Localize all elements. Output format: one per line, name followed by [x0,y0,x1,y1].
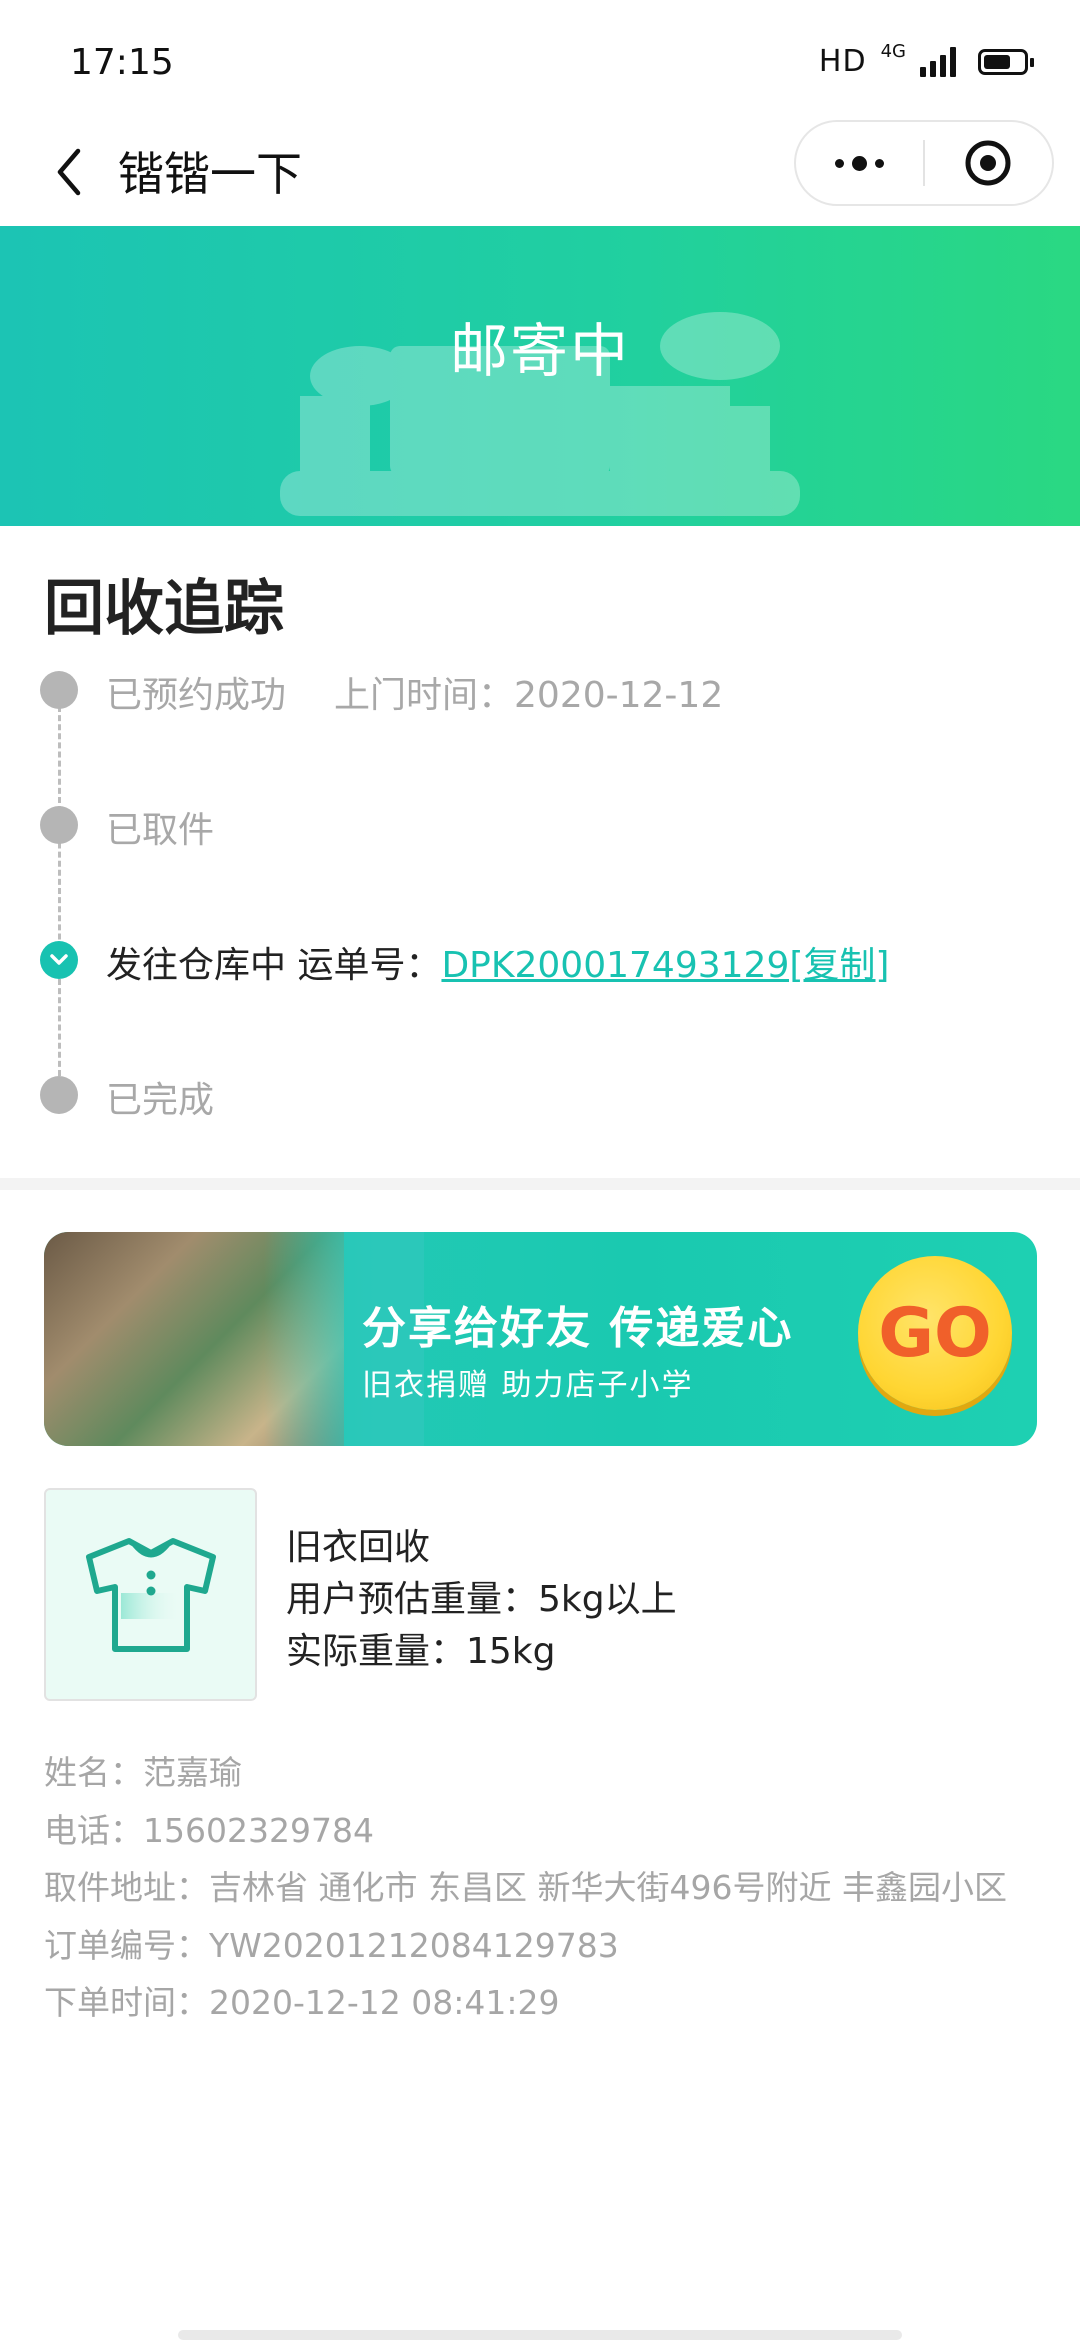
page-title: 锴锴一下 [118,147,302,201]
pickup-time: 上门时间：2020-12-12 [334,675,724,716]
battery-icon [978,48,1034,75]
estimated-weight: 用户预估重量：5kg以上 [286,1579,677,1620]
close-target-icon [965,140,1011,186]
step-label: 已预约成功 上门时间：2020-12-12 [106,675,724,716]
go-button[interactable]: GO [858,1256,1012,1410]
close-button[interactable] [925,122,1052,204]
customer-name: 姓名：范嘉瑜 [44,1753,242,1792]
network-type: 4G [880,41,906,62]
share-promo-banner[interactable]: 分享给好友 传递爱心 旧衣捐赠 助力店子小学 GO [44,1232,1037,1446]
order-number: 订单编号：YW20201212084129783 [44,1925,619,1965]
back-icon [57,148,81,196]
step-label: 已完成 [106,1080,215,1121]
tracking-title: 回收追踪 [44,574,284,644]
timeline-step-picked-up: 已取件 [0,795,1080,855]
step-label: 已取件 [106,810,215,851]
promo-title: 分享给好友 传递爱心 [362,1303,794,1354]
step-dot-icon [40,806,78,844]
product-name: 旧衣回收 [286,1527,431,1568]
product-thumbnail [44,1488,257,1701]
more-button[interactable] [796,122,923,204]
pickup-address: 取件地址：吉林省 通化市 东昌区 新华大街496号附近 丰鑫园小区 [44,1868,1007,1907]
tracking-timeline: 已预约成功 上门时间：2020-12-12 已取件 发往仓库中 运单号：DPK20… [0,660,1080,1130]
product-details: 旧衣回收 用户预估重量：5kg以上 实际重量：15kg [286,1522,677,1678]
order-info: 姓名：范嘉瑜 电话：15602329784 取件地址：吉林省 通化市 东昌区 新… [44,1744,1007,2032]
timeline-step-shipping: 发往仓库中 运单号：DPK200017493129[复制] [0,930,1080,990]
home-indicator[interactable] [178,2330,902,2340]
section-divider [0,1178,1080,1190]
nav-bar: 锴锴一下 [0,120,1080,225]
classroom-photo [44,1232,424,1446]
back-button[interactable] [34,132,104,212]
step-label: 发往仓库中 运单号：DPK200017493129[复制] [106,945,890,986]
promo-subtitle: 旧衣捐赠 助力店子小学 [362,1368,694,1403]
mini-program-capsule [794,120,1054,206]
tshirt-icon [85,1537,216,1652]
status-icons: HD 4G [818,41,1034,79]
more-icon [835,158,844,168]
shipping-status-banner: 邮寄中 [0,226,1080,526]
status-time: 17:15 [70,42,174,83]
step-dot-icon [40,1076,78,1114]
customer-phone: 电话：15602329784 [44,1810,374,1850]
step-dot-icon [40,671,78,709]
timeline-connector [58,706,61,1076]
status-bar: 17:15 HD 4G [0,0,1080,120]
order-time: 下单时间：2020-12-12 08:41:29 [44,1983,560,2022]
hd-indicator: HD [818,44,867,79]
tracking-number-copy-link[interactable]: DPK200017493129[复制] [441,945,889,986]
timeline-step-reserved: 已预约成功 上门时间：2020-12-12 [0,660,1080,720]
actual-weight: 实际重量：15kg [286,1631,556,1672]
banner-status-title: 邮寄中 [449,317,630,385]
signal-icon [920,46,956,77]
check-circle-icon [40,941,78,979]
timeline-step-completed: 已完成 [0,1065,1080,1125]
